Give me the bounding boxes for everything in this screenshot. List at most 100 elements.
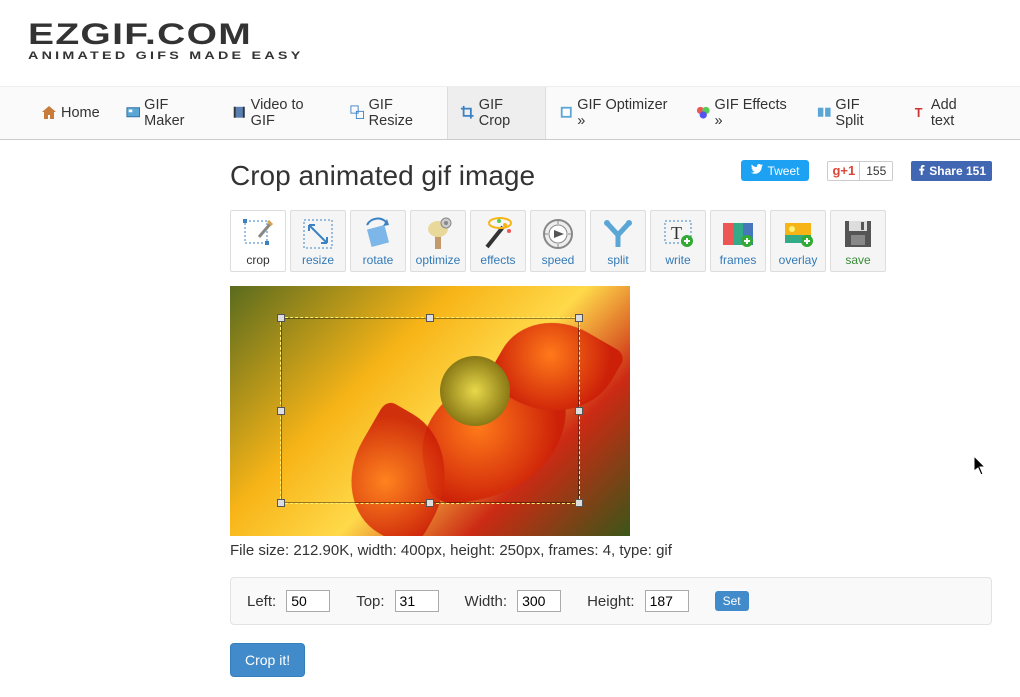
share-row: Tweet g+1 155 Share 151 xyxy=(741,160,992,181)
width-label: Width: xyxy=(465,593,508,610)
tool-resize-label: resize xyxy=(302,253,334,267)
tool-effects-label: effects xyxy=(480,253,515,267)
gplus-count: 155 xyxy=(859,162,892,180)
nav-effects[interactable]: GIF Effects » xyxy=(683,87,804,139)
handle-w[interactable] xyxy=(277,407,285,415)
crop-tool-icon xyxy=(238,217,278,251)
tool-save-label: save xyxy=(845,253,870,267)
tool-optimize[interactable]: optimize xyxy=(410,210,466,272)
tweet-label: Tweet xyxy=(767,164,799,178)
nav-crop-label: GIF Crop xyxy=(479,97,533,129)
tool-optimize-label: optimize xyxy=(416,253,461,267)
fb-label: Share 151 xyxy=(929,164,986,178)
site-logo[interactable]: EZGIF.COM ANIMATED GIFS MADE EASY xyxy=(0,0,1020,70)
handle-e[interactable] xyxy=(575,407,583,415)
tool-speed[interactable]: speed xyxy=(530,210,586,272)
resize-nav-icon xyxy=(350,105,364,121)
tool-rotate-label: rotate xyxy=(363,253,394,267)
handle-se[interactable] xyxy=(575,499,583,507)
fb-icon xyxy=(917,164,927,178)
tool-rotate[interactable]: rotate xyxy=(350,210,406,272)
frames-icon xyxy=(126,105,140,121)
rotate-tool-icon xyxy=(358,217,398,251)
handle-sw[interactable] xyxy=(277,499,285,507)
nav-home-label: Home xyxy=(61,105,100,121)
crop-it-button[interactable]: Crop it! xyxy=(230,643,305,677)
tool-crop-label: crop xyxy=(246,253,269,267)
tool-crop[interactable]: crop xyxy=(230,210,286,272)
image-canvas[interactable] xyxy=(230,286,630,536)
text-nav-icon: T xyxy=(912,105,926,121)
svg-text:T: T xyxy=(671,223,682,243)
crop-nav-icon xyxy=(460,105,474,121)
nav-effects-label: GIF Effects » xyxy=(715,97,791,129)
effects-nav-icon xyxy=(696,105,711,121)
nav-crop[interactable]: GIF Crop xyxy=(447,87,545,139)
nav-video2gif-label: Video to GIF xyxy=(251,97,325,129)
nav-video2gif[interactable]: Video to GIF xyxy=(219,87,337,139)
page-title: Crop animated gif image xyxy=(230,160,535,192)
nav-optimizer[interactable]: GIF Optimizer » xyxy=(546,87,683,139)
nav-resize-label: GIF Resize xyxy=(369,97,435,129)
gplus-icon: g+1 xyxy=(828,163,859,178)
nav-gifmaker-label: GIF Maker xyxy=(144,97,206,129)
twitter-icon xyxy=(751,163,763,178)
resize-tool-icon xyxy=(298,217,338,251)
fb-share-button[interactable]: Share 151 xyxy=(911,161,992,181)
tool-effects[interactable]: effects xyxy=(470,210,526,272)
tool-split-label: split xyxy=(607,253,628,267)
home-icon xyxy=(41,105,57,121)
tool-frames-label: frames xyxy=(720,253,757,267)
write-tool-icon: T xyxy=(658,217,698,251)
optimizer-nav-icon xyxy=(559,105,574,121)
tool-frames[interactable]: frames xyxy=(710,210,766,272)
tool-split[interactable]: split xyxy=(590,210,646,272)
nav-split[interactable]: GIF Split xyxy=(804,87,900,139)
nav-addtext-label: Add text xyxy=(931,97,979,129)
tweet-button[interactable]: Tweet xyxy=(741,160,809,181)
left-input[interactable] xyxy=(286,590,330,612)
handle-nw[interactable] xyxy=(277,314,285,322)
crop-selection[interactable] xyxy=(280,317,580,504)
nav-resize[interactable]: GIF Resize xyxy=(337,87,447,139)
tool-overlay[interactable]: overlay xyxy=(770,210,826,272)
optimize-tool-icon xyxy=(418,217,458,251)
split-tool-icon xyxy=(598,217,638,251)
set-button[interactable]: Set xyxy=(715,591,749,611)
tool-row: crop resize rotate optimize effects spee… xyxy=(230,210,992,272)
height-input[interactable] xyxy=(645,590,689,612)
nav-optimizer-label: GIF Optimizer » xyxy=(577,97,670,129)
tool-resize[interactable]: resize xyxy=(290,210,346,272)
gplus-button[interactable]: g+1 155 xyxy=(827,161,893,181)
svg-text:T: T xyxy=(915,106,923,120)
logo-sub: ANIMATED GIFS MADE EASY xyxy=(28,50,1020,62)
film-icon xyxy=(232,105,247,121)
handle-s[interactable] xyxy=(426,499,434,507)
nav-split-label: GIF Split xyxy=(835,97,886,129)
file-info: File size: 212.90K, width: 400px, height… xyxy=(230,542,992,559)
save-tool-icon xyxy=(838,217,878,251)
tool-write[interactable]: T write xyxy=(650,210,706,272)
handle-n[interactable] xyxy=(426,314,434,322)
tool-save[interactable]: save xyxy=(830,210,886,272)
left-label: Left: xyxy=(247,593,276,610)
effects-tool-icon xyxy=(478,217,518,251)
overlay-tool-icon xyxy=(778,217,818,251)
split-nav-icon xyxy=(817,105,831,121)
logo-main: EZGIF.COM xyxy=(28,18,1020,52)
top-label: Top: xyxy=(356,593,384,610)
width-input[interactable] xyxy=(517,590,561,612)
top-input[interactable] xyxy=(395,590,439,612)
handle-ne[interactable] xyxy=(575,314,583,322)
height-label: Height: xyxy=(587,593,635,610)
speed-tool-icon xyxy=(538,217,578,251)
tool-speed-label: speed xyxy=(542,253,575,267)
frames-tool-icon xyxy=(718,217,758,251)
nav-addtext[interactable]: T Add text xyxy=(899,87,992,139)
nav-gifmaker[interactable]: GIF Maker xyxy=(113,87,219,139)
tool-write-label: write xyxy=(665,253,690,267)
main-nav: Home GIF Maker Video to GIF GIF Resize G… xyxy=(0,86,1020,140)
nav-home[interactable]: Home xyxy=(28,87,113,139)
tool-overlay-label: overlay xyxy=(779,253,818,267)
crop-params: Left: Top: Width: Height: Set xyxy=(230,577,992,625)
